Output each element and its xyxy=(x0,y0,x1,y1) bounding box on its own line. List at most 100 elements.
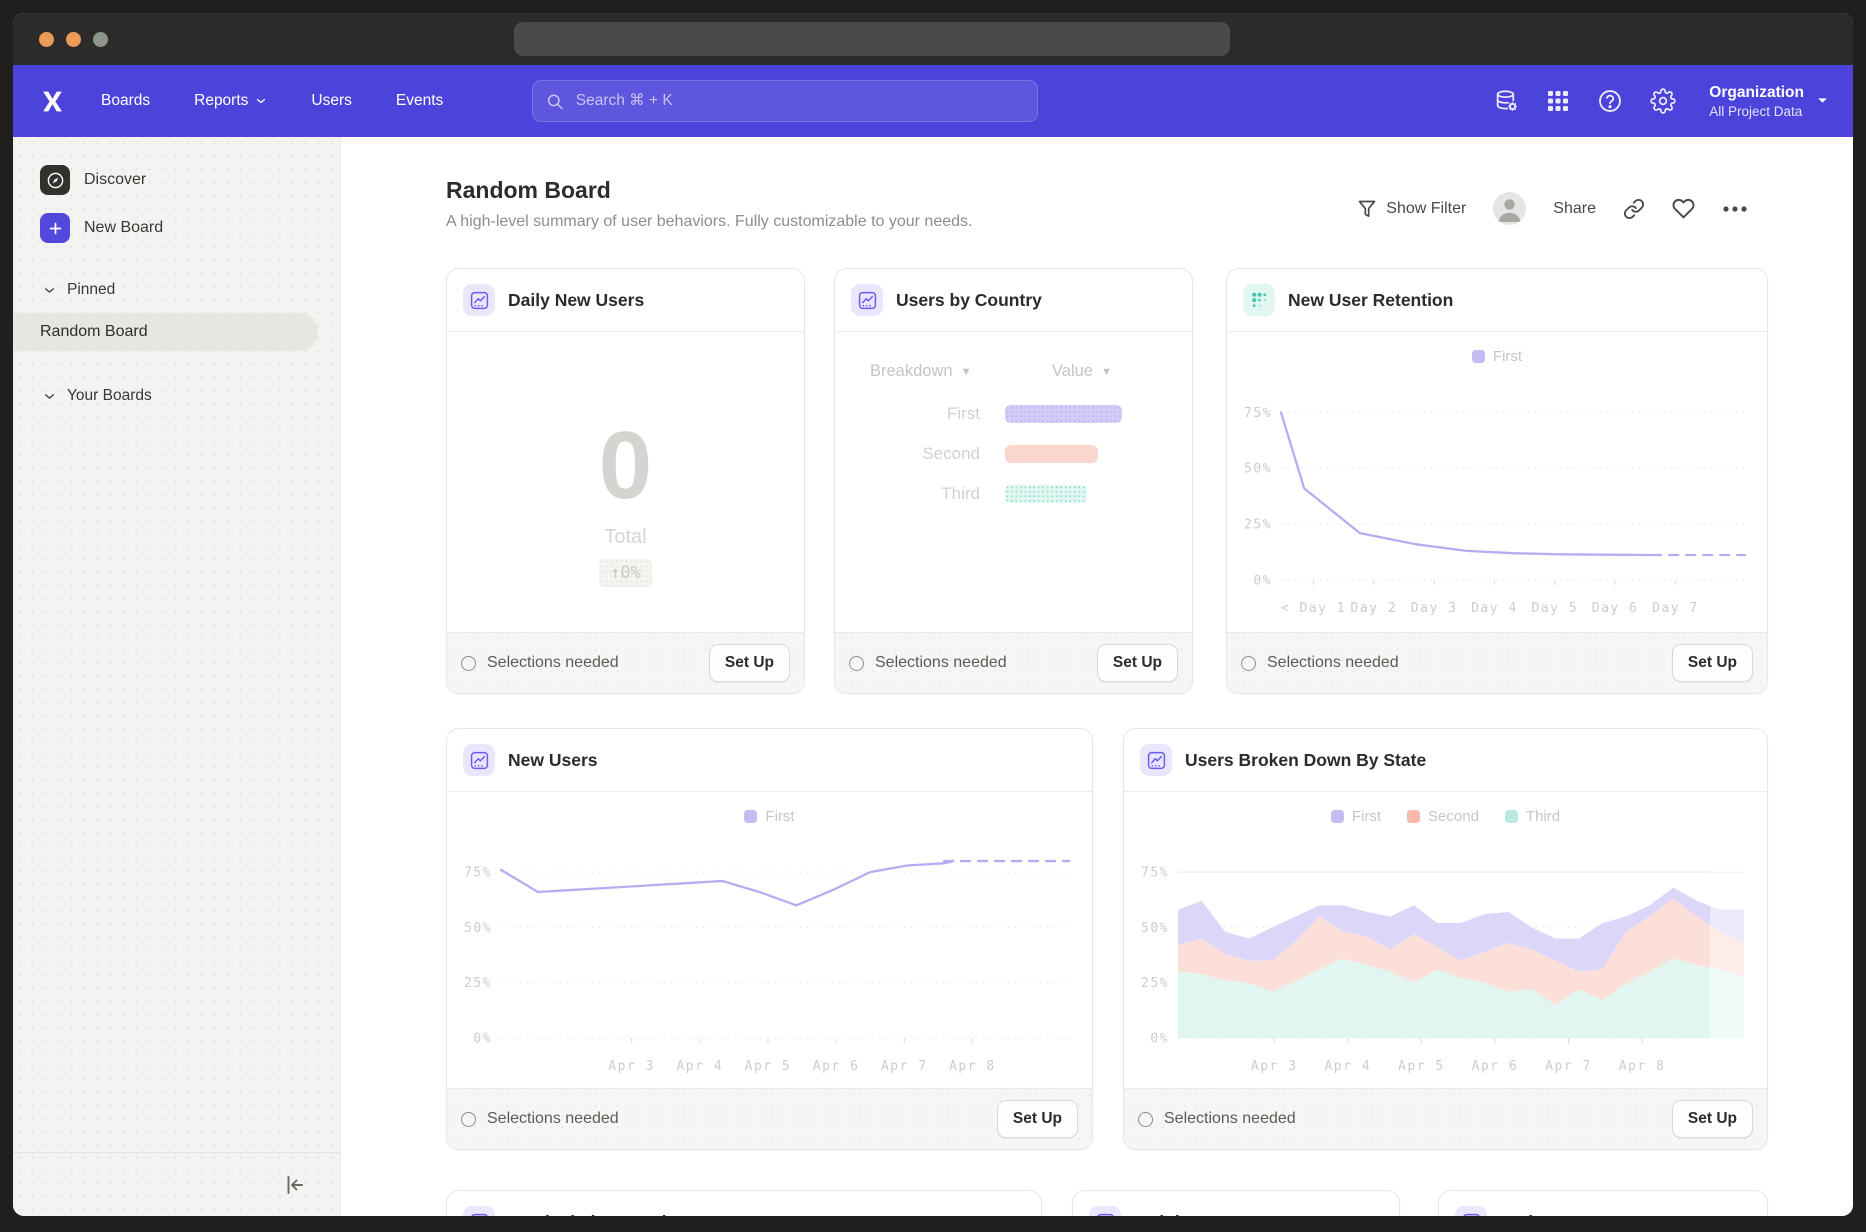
svg-text:Day 2: Day 2 xyxy=(1350,601,1397,616)
nav-item-events-label: Events xyxy=(396,92,443,110)
more-options-icon[interactable] xyxy=(1722,205,1748,213)
sidebar-item-new-board[interactable]: New Board xyxy=(40,211,340,245)
set-up-button[interactable]: Set Up xyxy=(1672,1100,1753,1138)
svg-text:Day 4: Day 4 xyxy=(1471,601,1518,616)
desktop: Boards Reports Users Events Organization xyxy=(0,0,1866,1232)
legend-label: First xyxy=(765,808,794,825)
data-management-icon[interactable] xyxy=(1494,89,1519,114)
card-title: Insights Report xyxy=(1134,1212,1262,1217)
chart-legend: FirstSecondThird xyxy=(1124,808,1767,825)
navbar-right: Organization All Project Data xyxy=(1494,65,1829,137)
mixpanel-logo[interactable] xyxy=(40,89,65,114)
help-icon[interactable] xyxy=(1597,88,1623,114)
traffic-light-minimize[interactable] xyxy=(66,32,81,47)
svg-text:Apr 3: Apr 3 xyxy=(1251,1059,1298,1074)
svg-text:Day 5: Day 5 xyxy=(1531,601,1578,616)
legend-item: Second xyxy=(1407,808,1479,825)
card-footer: Selections needed Set Up xyxy=(447,632,804,693)
nav-item-boards[interactable]: Boards xyxy=(101,92,150,110)
sidebar-item-random-board-label: Random Board xyxy=(40,323,148,341)
legend-item: First xyxy=(744,808,794,825)
status-circle-icon xyxy=(849,656,864,671)
org-switcher[interactable]: Organization All Project Data xyxy=(1709,83,1829,119)
page-title: Random Board xyxy=(446,177,611,204)
legend-chip xyxy=(1472,350,1485,363)
address-bar[interactable] xyxy=(514,22,1230,56)
country-row-bar xyxy=(1005,405,1122,423)
svg-text:Day 6: Day 6 xyxy=(1592,601,1639,616)
copy-link-icon[interactable] xyxy=(1623,198,1645,220)
compass-icon xyxy=(40,165,70,195)
traffic-light-close[interactable] xyxy=(39,32,54,47)
sidebar-section-pinned[interactable]: Pinned xyxy=(43,277,340,303)
set-up-button[interactable]: Set Up xyxy=(997,1100,1078,1138)
user-icon xyxy=(1493,192,1526,225)
share-button[interactable]: Share xyxy=(1553,200,1596,218)
svg-text:50%: 50% xyxy=(464,921,492,936)
card-users-by-state: Users Broken Down By State FirstSecondTh… xyxy=(1123,728,1768,1150)
svg-text:Apr 7: Apr 7 xyxy=(1545,1059,1592,1074)
chart-legend: First xyxy=(447,808,1092,825)
card-header: Insights Report xyxy=(1073,1191,1399,1216)
svg-text:< Day 1: < Day 1 xyxy=(1281,601,1346,616)
svg-text:50%: 50% xyxy=(1141,921,1169,936)
card-body: First 75%50%25%0%< Day 1Day 2Day 3Day 4D… xyxy=(1227,332,1767,632)
sidebar-section-your-boards-label: Your Boards xyxy=(67,387,152,405)
svg-text:0%: 0% xyxy=(1253,574,1272,589)
svg-text:Apr 5: Apr 5 xyxy=(1398,1059,1445,1074)
breakdown-dropdown[interactable]: Breakdown ▼ xyxy=(870,362,971,381)
apps-grid-icon[interactable] xyxy=(1546,89,1570,113)
svg-text:25%: 25% xyxy=(1141,976,1169,991)
avatar[interactable] xyxy=(1493,192,1526,225)
sidebar-item-discover[interactable]: Discover xyxy=(40,163,340,197)
svg-text:75%: 75% xyxy=(1141,866,1169,881)
nav-item-reports-label: Reports xyxy=(194,92,248,110)
chevron-down-icon: ▼ xyxy=(961,366,972,378)
card-title: Active Users xyxy=(1500,1212,1606,1217)
search-icon xyxy=(546,92,564,111)
insights-chart-icon xyxy=(851,284,883,316)
global-search[interactable] xyxy=(532,80,1038,122)
settings-gear-icon[interactable] xyxy=(1650,88,1676,114)
svg-text:50%: 50% xyxy=(1244,462,1272,477)
card-daily-new-users: Daily New Users 0 Total ↑0% Selections n… xyxy=(446,268,805,694)
status-text: Selections needed xyxy=(1267,654,1399,672)
sidebar-footer xyxy=(13,1152,340,1216)
insights-chart-icon xyxy=(1455,1206,1487,1216)
nav-item-events[interactable]: Events xyxy=(396,92,443,110)
nav-item-reports[interactable]: Reports xyxy=(194,92,267,110)
sidebar-section-your-boards[interactable]: Your Boards xyxy=(43,383,340,409)
card-header: New User Retention xyxy=(1227,269,1767,332)
value-dropdown[interactable]: Value ▼ xyxy=(1052,362,1112,381)
state-area-chart: 75%50%25%0%Apr 3Apr 4Apr 5Apr 6Apr 7Apr … xyxy=(1132,834,1758,1082)
status-text: Selections needed xyxy=(487,1110,619,1128)
set-up-button[interactable]: Set Up xyxy=(1672,644,1753,682)
filter-funnel-icon xyxy=(1357,199,1377,219)
card-footer: Selections needed Set Up xyxy=(835,632,1192,693)
set-up-button[interactable]: Set Up xyxy=(709,644,790,682)
card-header: Users by Country xyxy=(835,269,1192,332)
set-up-button[interactable]: Set Up xyxy=(1097,644,1178,682)
collapse-sidebar-icon[interactable] xyxy=(282,1173,306,1197)
metric-big-value: 0 xyxy=(447,418,804,514)
svg-text:Day 3: Day 3 xyxy=(1411,601,1458,616)
retention-chart: 75%50%25%0%< Day 1Day 2Day 3Day 4Day 5Da… xyxy=(1235,374,1759,624)
card-new-user-retention: New User Retention First 75%50%25%0%< Da… xyxy=(1226,268,1768,694)
card-insights-report: Insights Report xyxy=(1072,1190,1400,1216)
card-active-users: Active Users xyxy=(1438,1190,1768,1216)
show-filter-button[interactable]: Show Filter xyxy=(1357,199,1466,219)
favorite-heart-icon[interactable] xyxy=(1672,197,1695,220)
card-header: New Users xyxy=(447,729,1092,792)
nav-item-users[interactable]: Users xyxy=(311,92,351,110)
search-input[interactable] xyxy=(574,91,1024,111)
traffic-light-zoom[interactable] xyxy=(93,32,108,47)
card-footer: Selections needed Set Up xyxy=(447,1088,1092,1149)
svg-text:Apr 8: Apr 8 xyxy=(949,1059,996,1074)
card-title: Daily New Users xyxy=(508,290,644,311)
top-navbar: Boards Reports Users Events Organization xyxy=(13,65,1853,137)
sidebar-item-random-board[interactable]: Random Board xyxy=(13,313,318,351)
svg-text:75%: 75% xyxy=(464,866,492,881)
breakdown-dropdown-label: Breakdown xyxy=(870,362,953,381)
content-row: Discover New Board Pinned Random Board xyxy=(13,137,1853,1216)
legend-chip xyxy=(744,810,757,823)
